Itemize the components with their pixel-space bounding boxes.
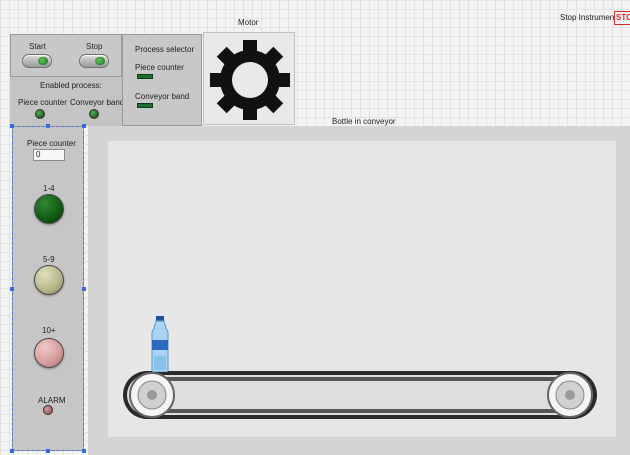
stop-instrument-label: Stop Instrument (560, 13, 617, 22)
stop-label: Stop (86, 42, 103, 51)
process-option-conveyor-band-label: Conveyor band (135, 92, 190, 101)
enabled-process-title: Enabled process: (40, 81, 102, 90)
resize-handle[interactable] (10, 449, 14, 453)
left-pulley (129, 372, 175, 418)
resize-handle[interactable] (10, 287, 14, 291)
resize-handle[interactable] (82, 449, 86, 453)
selection-outline (12, 126, 84, 451)
piece-counter-enabled-led (35, 109, 45, 119)
start-label: Start (29, 42, 46, 51)
right-pulley (547, 372, 593, 418)
bottle-in-conveyor-label: Bottle in conveyor (332, 117, 396, 126)
resize-handle[interactable] (10, 124, 14, 128)
water-bottle-icon (151, 316, 169, 372)
motor-indicator (203, 32, 295, 125)
resize-handle[interactable] (46, 449, 50, 453)
process-option-piece-counter-label: Piece counter (135, 63, 184, 72)
enabled-piece-counter-label: Piece counter (18, 98, 67, 107)
start-button[interactable] (22, 54, 52, 68)
gear-icon (210, 40, 290, 120)
process-selector-title: Process selector (135, 45, 195, 54)
process-option-piece-counter[interactable] (137, 74, 153, 79)
conveyor-band-enabled-led (89, 109, 99, 119)
resize-handle[interactable] (82, 287, 86, 291)
motor-label: Motor (238, 18, 259, 27)
resize-handle[interactable] (46, 124, 50, 128)
process-option-conveyor-band[interactable] (137, 103, 153, 108)
conveyor-belt-icon (123, 371, 597, 419)
stop-instrument-button[interactable]: STOP (614, 11, 630, 25)
resize-handle[interactable] (82, 124, 86, 128)
enabled-conveyor-band-label: Conveyor band (70, 98, 125, 107)
stop-button[interactable] (79, 54, 109, 68)
